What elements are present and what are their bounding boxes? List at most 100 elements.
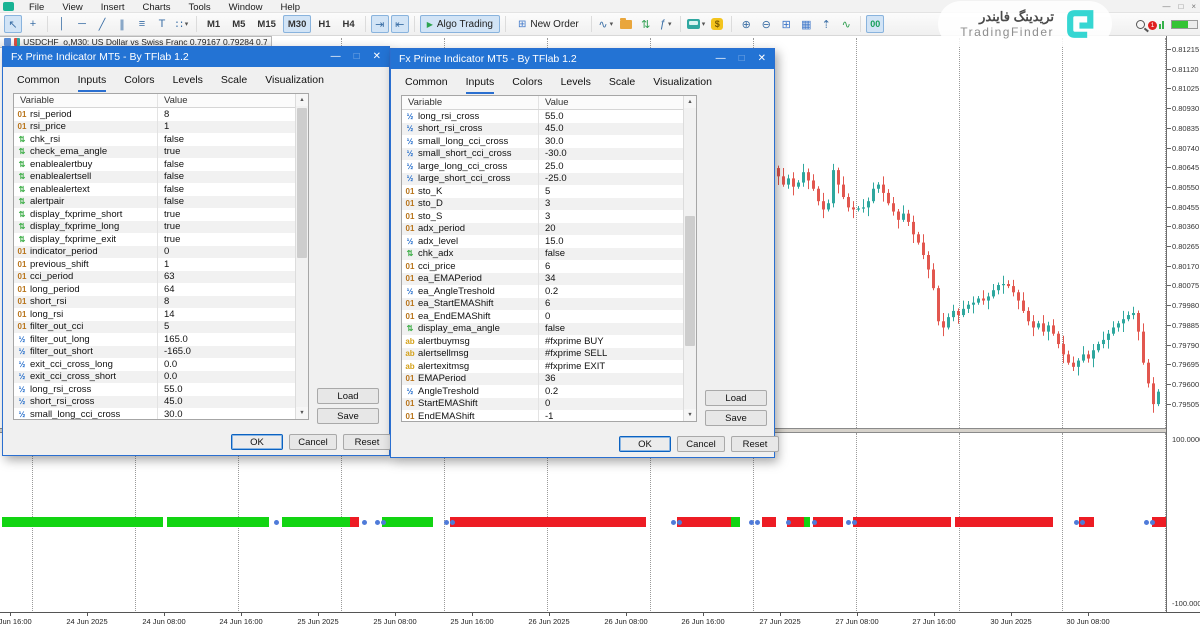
param-row[interactable]: 01ea_EndEMAShift0	[402, 310, 696, 323]
param-row[interactable]: ½long_rsi_cross55.0	[402, 110, 696, 123]
param-value[interactable]: 0	[157, 246, 308, 259]
param-row[interactable]: ½large_short_cci_cross-25.0	[402, 173, 696, 186]
param-row[interactable]: 01cci_period63	[14, 271, 308, 284]
vertical-line-tool[interactable]: │	[53, 15, 71, 33]
tile-windows-icon[interactable]: ⊞	[777, 15, 795, 33]
cursor-tool[interactable]: ↖	[4, 15, 22, 33]
timeframe-m30[interactable]: M30	[283, 15, 311, 33]
param-row[interactable]: ½large_long_cci_cross25.0	[402, 160, 696, 173]
param-row[interactable]: ½small_short_cci_cross-30.0	[402, 148, 696, 161]
load-button[interactable]: Load	[317, 388, 379, 404]
param-row[interactable]: ⇅enablealertbuyfalse	[14, 158, 308, 171]
param-value[interactable]: 55.0	[157, 383, 308, 396]
scroll-down-arrow[interactable]: ▼	[684, 409, 696, 421]
param-value[interactable]: 3	[538, 198, 696, 211]
param-row[interactable]: ½exit_cci_cross_long0.0	[14, 358, 308, 371]
param-row[interactable]: 01long_period64	[14, 283, 308, 296]
param-value[interactable]: 55.0	[538, 110, 696, 123]
param-value[interactable]: 6	[538, 298, 696, 311]
param-row[interactable]: ½AngleTreshold0.2	[402, 385, 696, 398]
tab-visualization[interactable]: Visualization	[653, 76, 712, 94]
menu-item-charts[interactable]: Charts	[134, 2, 180, 13]
symbols-icon[interactable]: ⇅	[637, 15, 655, 33]
strategy-tester-icon[interactable]: ▦	[797, 15, 815, 33]
param-value[interactable]: 6	[538, 260, 696, 273]
param-value[interactable]: true	[157, 221, 308, 234]
crosshair-tool[interactable]: +	[24, 15, 42, 33]
tab-visualization[interactable]: Visualization	[265, 74, 324, 92]
param-value[interactable]: 63	[157, 271, 308, 284]
param-row[interactable]: 01long_rsi14	[14, 308, 308, 321]
cancel-button[interactable]: Cancel	[677, 436, 725, 452]
tab-levels[interactable]: Levels	[173, 74, 203, 92]
minimize-icon[interactable]: —	[716, 49, 726, 69]
equidistant-channel-tool[interactable]: ≡	[133, 15, 151, 33]
param-value[interactable]: 165.0	[157, 333, 308, 346]
param-value[interactable]: #fxprime EXIT	[538, 360, 696, 373]
param-row[interactable]: ½ea_AngleTreshold0.2	[402, 285, 696, 298]
menu-item-insert[interactable]: Insert	[92, 2, 134, 13]
param-row[interactable]: ½filter_out_short-165.0	[14, 346, 308, 359]
param-row[interactable]: 01filter_out_cci5	[14, 321, 308, 334]
close-icon[interactable]: ✕	[373, 47, 381, 67]
ok-button[interactable]: OK	[619, 436, 671, 452]
param-row[interactable]: 01short_rsi8	[14, 296, 308, 309]
auto-scroll-icon[interactable]: ⇤	[391, 15, 409, 33]
param-value[interactable]: 34	[538, 273, 696, 286]
param-row[interactable]: ½filter_out_long165.0	[14, 333, 308, 346]
param-row[interactable]: 01ea_StartEMAShift6	[402, 298, 696, 311]
algo-trading-button[interactable]: ▶Algo Trading	[420, 15, 500, 33]
timeframe-m5[interactable]: M5	[227, 15, 250, 33]
scroll-up-arrow[interactable]: ▲	[684, 96, 696, 108]
table-scrollbar[interactable]: ▲▼	[683, 96, 696, 421]
param-value[interactable]: 0	[538, 398, 696, 411]
parameters-table[interactable]: VariableValue½long_rsi_cross55.0½short_r…	[401, 95, 697, 422]
param-value[interactable]: 0.2	[538, 285, 696, 298]
menu-item-tools[interactable]: Tools	[179, 2, 219, 13]
param-row[interactable]: ⇅display_ema_anglefalse	[402, 323, 696, 336]
new-order-button[interactable]: ⊞New Order	[511, 15, 586, 33]
scrollbar-thumb[interactable]	[685, 216, 695, 346]
param-value[interactable]: 8	[157, 108, 308, 121]
param-value[interactable]: 14	[157, 308, 308, 321]
param-row[interactable]: 01rsi_period8	[14, 108, 308, 121]
tab-scale[interactable]: Scale	[609, 76, 635, 94]
tab-common[interactable]: Common	[17, 74, 60, 92]
param-row[interactable]: ½long_rsi_cross55.0	[14, 383, 308, 396]
tab-common[interactable]: Common	[405, 76, 448, 94]
param-value[interactable]: #fxprime SELL	[538, 348, 696, 361]
param-row[interactable]: 01indicator_period0	[14, 246, 308, 259]
reset-button[interactable]: Reset	[343, 434, 391, 450]
price-scale[interactable]: 0.812150.811200.810250.809300.808350.807…	[1166, 36, 1200, 612]
param-value[interactable]: -165.0	[157, 346, 308, 359]
param-value[interactable]: 64	[157, 283, 308, 296]
param-value[interactable]: true	[157, 208, 308, 221]
param-value[interactable]: 0.0	[157, 371, 308, 384]
param-value[interactable]: -25.0	[538, 173, 696, 186]
param-value[interactable]: false	[538, 323, 696, 336]
param-value[interactable]: 30.0	[538, 135, 696, 148]
channel-tool[interactable]: ∥	[113, 15, 131, 33]
param-value[interactable]: 20	[538, 223, 696, 236]
save-button[interactable]: Save	[317, 408, 379, 424]
shapes-tool[interactable]: ∷▾	[173, 15, 191, 33]
param-value[interactable]: -1	[538, 410, 696, 422]
param-row[interactable]: ⇅check_ema_angletrue	[14, 146, 308, 159]
zoom-in-icon[interactable]: ⊕	[737, 15, 755, 33]
param-row[interactable]: 01adx_period20	[402, 223, 696, 236]
tab-inputs[interactable]: Inputs	[466, 76, 495, 94]
ok-button[interactable]: OK	[231, 434, 283, 450]
param-value[interactable]: false	[157, 171, 308, 184]
param-row[interactable]: abalertbuymsg#fxprime BUY	[402, 335, 696, 348]
chart-shift-icon[interactable]: ⇥	[371, 15, 389, 33]
param-value[interactable]: false	[538, 248, 696, 261]
param-row[interactable]: 01rsi_price1	[14, 121, 308, 134]
scroll-up-arrow[interactable]: ▲	[296, 94, 308, 106]
param-value[interactable]: 3	[538, 210, 696, 223]
param-value[interactable]: 25.0	[538, 160, 696, 173]
text-tool[interactable]: T	[153, 15, 171, 33]
indicator-dialog-left[interactable]: Fx Prime Indicator MT5 - By TFlab 1.2—□✕…	[2, 46, 390, 456]
param-row[interactable]: ⇅display_fxprime_shorttrue	[14, 208, 308, 221]
minimize-icon[interactable]: —	[1162, 0, 1170, 13]
param-value[interactable]: 36	[538, 373, 696, 386]
